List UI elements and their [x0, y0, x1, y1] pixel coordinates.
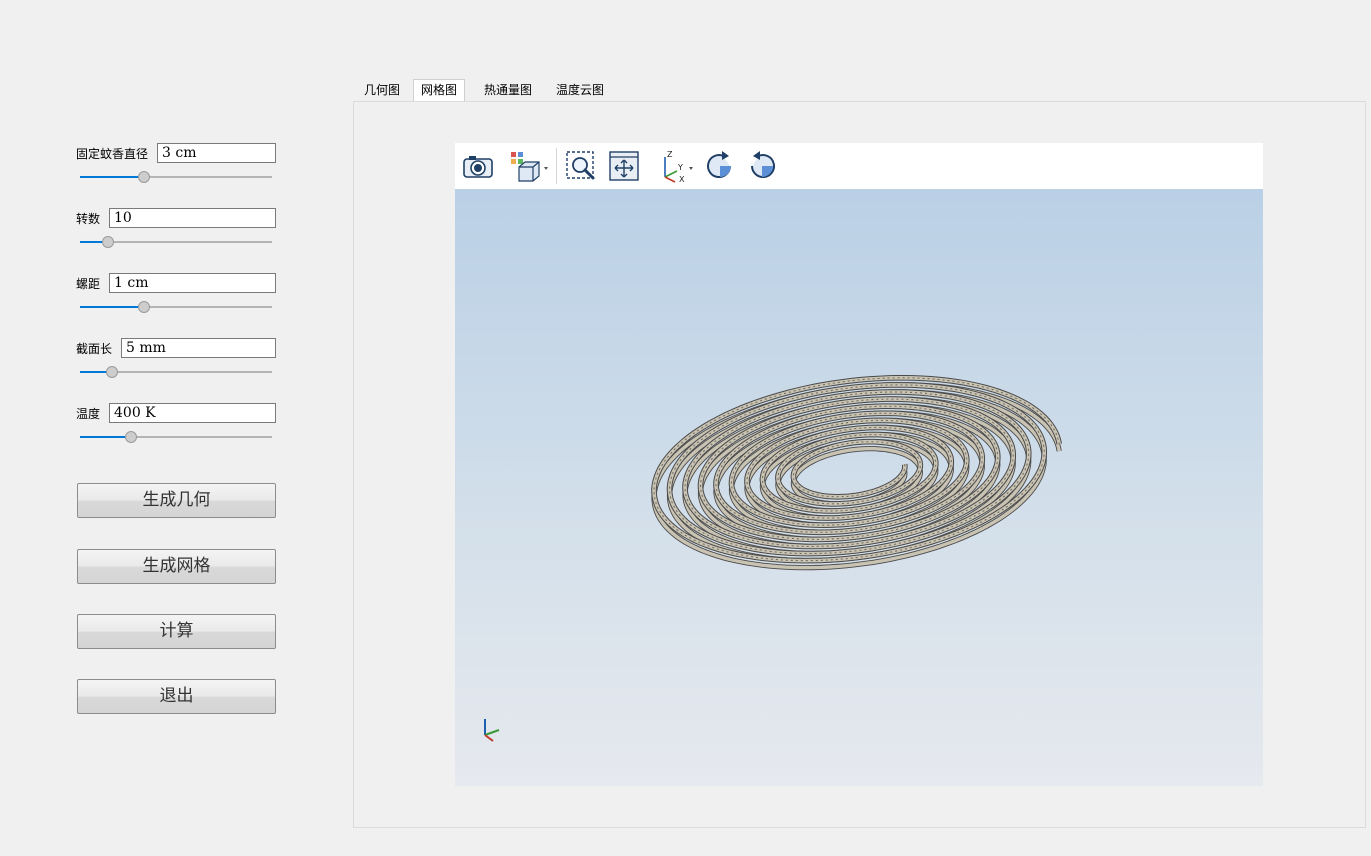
tab-temperature-contour[interactable]: 温度云图: [549, 80, 611, 101]
tab-mesh[interactable]: 网格图: [413, 79, 466, 101]
slider-handle[interactable]: [101, 236, 114, 248]
param-label: 温度: [76, 407, 101, 421]
exit-button[interactable]: 退出: [77, 679, 276, 714]
slider-handle[interactable]: [124, 431, 137, 443]
axis-x-label: X: [679, 175, 685, 183]
camera-icon[interactable]: [461, 149, 495, 183]
toolbar-separator: [556, 148, 557, 184]
coil-diameter-input[interactable]: [157, 143, 276, 163]
view-cube-icon[interactable]: [509, 149, 548, 183]
section-length-input[interactable]: [121, 338, 276, 358]
axes-orientation-icon[interactable]: Z Y X: [657, 149, 693, 184]
generate-mesh-button[interactable]: 生成网格: [77, 549, 276, 584]
zoom-box-icon[interactable]: [564, 149, 598, 183]
turns-input[interactable]: [109, 208, 276, 228]
param-label: 固定蚊香直径: [76, 147, 149, 161]
section-length-slider[interactable]: [80, 366, 272, 378]
axis-triad-icon: [484, 719, 500, 742]
turns-slider[interactable]: [80, 236, 272, 248]
zoom-extents-icon[interactable]: [607, 149, 641, 183]
slider-handle[interactable]: [105, 366, 118, 378]
slider-handle[interactable]: [138, 301, 151, 313]
mosquito-coil-mesh: [651, 375, 1062, 571]
slider-handle[interactable]: [138, 171, 151, 183]
temperature-slider[interactable]: [80, 431, 272, 443]
axis-z-label: Z: [667, 150, 673, 159]
pitch-slider[interactable]: [80, 301, 272, 313]
coil-mesh: [484, 375, 1062, 742]
render-scene[interactable]: [455, 189, 1263, 786]
param-label: 转数: [76, 212, 101, 226]
tab-geometry[interactable]: 几何图: [357, 80, 407, 101]
viewer-toolbar: Z Y X: [455, 143, 1263, 189]
compute-button[interactable]: 计算: [77, 614, 276, 649]
generate-geometry-button[interactable]: 生成几何: [77, 483, 276, 518]
temperature-input[interactable]: [109, 403, 276, 423]
tab-heat-flux[interactable]: 热通量图: [477, 80, 539, 101]
pitch-input[interactable]: [109, 273, 276, 293]
slider-fill: [80, 176, 144, 178]
rotate-cw-icon[interactable]: [703, 149, 737, 183]
mesh-viewer: Z Y X: [455, 143, 1263, 786]
slider-fill: [80, 306, 144, 308]
param-label: 截面长: [76, 342, 113, 356]
param-label: 螺距: [76, 277, 101, 291]
axis-y-label: Y: [677, 163, 683, 172]
slider-fill: [80, 436, 130, 438]
rotate-ccw-icon[interactable]: [745, 149, 779, 183]
coil-diameter-slider[interactable]: [80, 171, 272, 183]
